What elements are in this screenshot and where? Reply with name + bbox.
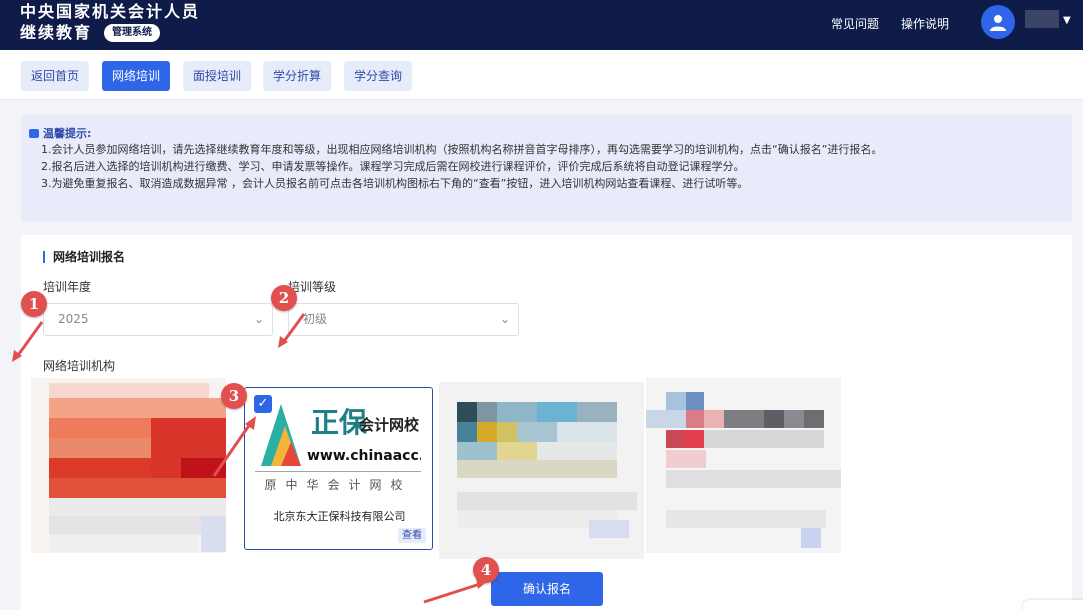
year-label: 培训年度 [43, 280, 92, 294]
zhengbao-logo: 正保 会计网校 www.chinaacc.com [261, 404, 421, 466]
arrow-icon [12, 321, 44, 362]
floating-widget[interactable] [1023, 600, 1083, 610]
section-title: 网络培训报名 [43, 251, 125, 263]
brand-title-line1: 中央国家机关会计人员 [20, 2, 201, 21]
tab-onsite-training[interactable]: 面授培训 [183, 61, 252, 91]
user-icon [990, 15, 1006, 31]
institution-card-zhengbao[interactable]: 正保 会计网校 www.chinaacc.com 原中华会计网校 北京东大正保科… [244, 387, 433, 550]
brand-title-line2: 继续教育 [20, 23, 93, 42]
step-marker-2: 2 [271, 285, 297, 311]
chevron-down-icon: ⌄ [499, 312, 510, 326]
notice-line-2: 2.报名后进入选择的培训机构进行缴费、学习、申请发票等操作。课程学习完成后需在网… [41, 160, 745, 173]
blurred-logo-image [439, 382, 644, 559]
arrow-icon [423, 578, 488, 604]
blurred-logo-image [646, 378, 841, 553]
registration-panel: 网络培训报名 培训年度 2025 ⌄ 培训等级 初级 ⌄ 网络培训机构 正保 会… [21, 235, 1072, 610]
year-select[interactable]: 2025 ⌄ [43, 303, 273, 336]
tab-credit-query[interactable]: 学分查询 [344, 61, 413, 91]
brand: 中央国家机关会计人员 继续教育 管理系统 [20, 2, 200, 44]
tab-home[interactable]: 返回首页 [21, 61, 90, 91]
institution-card-blurred-3[interactable] [439, 382, 644, 559]
arrow-icon [212, 416, 256, 477]
level-select[interactable]: 初级 ⌄ [288, 303, 519, 336]
view-button[interactable]: 查看 [398, 528, 426, 543]
user-avatar[interactable] [981, 5, 1015, 39]
nav-tabbar: 返回首页 网络培训 面授培训 学分折算 学分查询 [0, 50, 1083, 100]
notice-title: 温馨提示: [43, 127, 92, 140]
step-marker-3: 3 [221, 383, 247, 409]
institution-card-blurred-4[interactable] [646, 378, 841, 553]
blurred-logo-image [31, 378, 229, 553]
zhengbao-brand-sub: 会计网校 [359, 416, 420, 434]
guide-link[interactable]: 操作说明 [901, 15, 949, 32]
institution-label: 网络培训机构 [43, 359, 116, 373]
chevron-down-icon: ⌄ [253, 312, 264, 326]
institution-card-blurred-1[interactable] [31, 378, 229, 553]
zhengbao-company: 北京东大正保科技有限公司 [273, 510, 406, 523]
notice-line-1: 1.会计人员参加网络培训，请先选择继续教育年度和等级，出现相应网络培训机构（按照… [41, 143, 883, 156]
faq-link[interactable]: 常见问题 [831, 15, 879, 32]
confirm-register-button[interactable]: 确认报名 [491, 572, 603, 606]
zhengbao-url: www.chinaacc.com [307, 448, 421, 464]
chevron-down-icon[interactable]: ▼ [1063, 15, 1071, 26]
tab-online-training[interactable]: 网络培训 [102, 61, 171, 91]
zhengbao-motto: 原中华会计网校 [255, 471, 421, 493]
username-redacted [1025, 10, 1059, 28]
message-icon [29, 128, 39, 138]
system-badge: 管理系统 [104, 24, 161, 42]
notice-line-3: 3.为避免重复报名、取消造成数据异常 ，会计人员报名前可点击各培训机构图标右下角… [41, 177, 749, 190]
step-marker-1: 1 [21, 291, 47, 317]
top-header: 中央国家机关会计人员 继续教育 管理系统 常见问题 操作说明 ▼ [0, 0, 1083, 50]
tips-notice: 温馨提示: 1.会计人员参加网络培训，请先选择继续教育年度和等级，出现相应网络培… [21, 115, 1072, 222]
year-value: 2025 [58, 312, 89, 326]
arrow-icon [278, 313, 306, 348]
tab-credit-conversion[interactable]: 学分折算 [263, 61, 332, 91]
